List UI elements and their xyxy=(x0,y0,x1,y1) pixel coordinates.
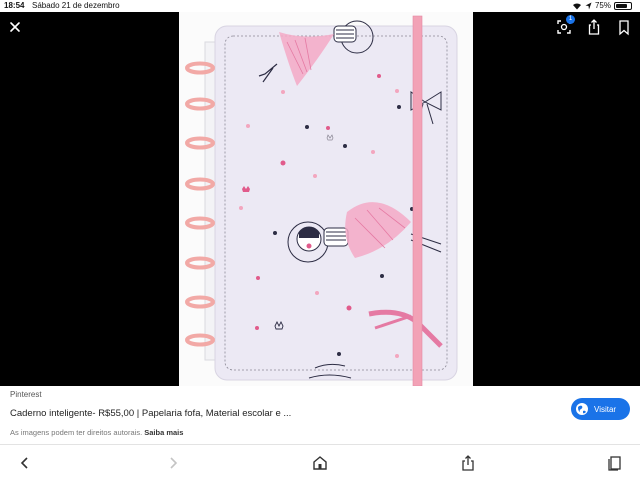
copyright-notice: As imagens podem ter direitos autorais. … xyxy=(10,428,183,437)
tabs-icon xyxy=(608,456,621,471)
back-icon xyxy=(20,457,28,469)
elastic-band xyxy=(412,15,423,386)
status-indicators: 75% xyxy=(572,1,632,10)
save-button[interactable] xyxy=(616,18,632,36)
notebook-image xyxy=(179,12,473,386)
visit-label: Visitar xyxy=(594,404,617,414)
learn-more-link[interactable]: Saiba mais xyxy=(144,428,183,437)
back-button[interactable] xyxy=(16,454,34,472)
battery-icon xyxy=(614,1,632,10)
wifi-icon xyxy=(572,2,581,10)
share-icon xyxy=(462,455,474,471)
viewer-actions: 1 xyxy=(556,15,632,36)
bookmark-icon xyxy=(619,20,629,36)
browser-toolbar xyxy=(0,445,640,480)
home-icon xyxy=(313,456,327,470)
source-name[interactable]: Pinterest xyxy=(10,390,42,399)
close-icon xyxy=(10,22,20,32)
battery-fill xyxy=(616,3,627,8)
result-info-panel: Pinterest Caderno inteligente- R$55,00 |… xyxy=(0,386,640,444)
result-title[interactable]: Caderno inteligente- R$55,00 | Papelaria… xyxy=(10,408,291,419)
location-icon xyxy=(585,2,592,9)
status-time: 18:54 xyxy=(4,1,25,10)
status-date: Sábado 21 de dezembro xyxy=(32,1,120,10)
forward-icon xyxy=(170,457,178,469)
status-bar: 18:54 Sábado 21 de dezembro 75% xyxy=(0,0,640,12)
share-button[interactable] xyxy=(586,18,602,36)
home-button[interactable] xyxy=(311,454,329,472)
lens-count-badge: 1 xyxy=(566,15,575,24)
copyright-text: As imagens podem ter direitos autorais. xyxy=(10,428,143,437)
globe-icon xyxy=(576,403,588,415)
share-page-button[interactable] xyxy=(459,454,477,472)
visit-button[interactable]: Visitar xyxy=(571,398,630,420)
image-viewer: 1 xyxy=(0,12,640,386)
lens-button[interactable]: 1 xyxy=(556,15,575,36)
forward-button[interactable] xyxy=(164,454,182,472)
share-icon xyxy=(588,19,600,35)
tabs-button[interactable] xyxy=(606,454,624,472)
battery-percent: 75% xyxy=(594,1,611,10)
close-button[interactable] xyxy=(6,18,24,36)
notebook-photo[interactable] xyxy=(179,12,473,386)
